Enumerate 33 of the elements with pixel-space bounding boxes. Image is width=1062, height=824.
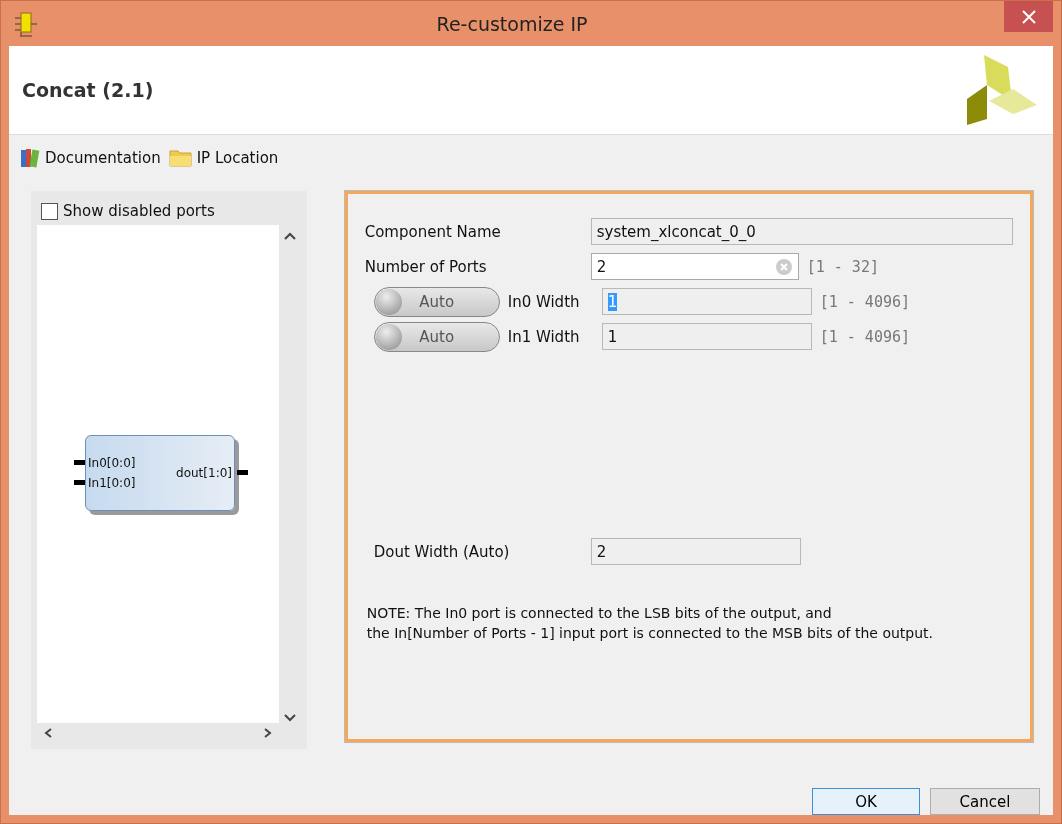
- toolbar-link[interactable]: IP Location: [168, 148, 279, 168]
- logo-icon: [967, 55, 1037, 125]
- toolbar-link[interactable]: Documentation: [19, 147, 161, 169]
- checkbox[interactable]: [41, 202, 58, 220]
- books-icon: [19, 147, 41, 169]
- range-hint: [1 - 4096]: [819, 292, 910, 311]
- note-text: NOTE: The In0 port is connected to the LSB bits of the output, and: [365, 604, 833, 623]
- scroll-up-icon[interactable]: [283, 231, 296, 241]
- port-pin: [237, 470, 248, 475]
- scroll-down-icon[interactable]: [283, 713, 296, 723]
- window-title: Re-customize IP: [435, 12, 589, 35]
- dialog-button[interactable]: OK: [812, 788, 920, 815]
- port-pin: [74, 480, 85, 485]
- field-label: Dout Width (Auto): [373, 542, 511, 561]
- field-label: In1 Width: [507, 327, 581, 346]
- chip-icon: [14, 9, 38, 38]
- range-hint: [1 - 32]: [806, 257, 879, 276]
- port-label: In1[0:0]: [86, 476, 138, 490]
- range-hint: [1 - 4096]: [819, 327, 910, 346]
- port-label: dout[1:0]: [174, 466, 234, 480]
- close-button[interactable]: [1004, 1, 1053, 32]
- input-field[interactable]: 2: [590, 253, 799, 280]
- port-pin: [74, 460, 85, 465]
- field-label: Component Name: [364, 222, 502, 241]
- folder-icon: [168, 148, 193, 168]
- note-text: the In[Number of Ports - 1] input port is connected to the MSB bits of the output.: [365, 624, 934, 643]
- checkbox-label: Show disabled ports: [63, 202, 215, 220]
- close-icon: [1021, 9, 1036, 24]
- port-label: In0[0:0]: [86, 456, 138, 470]
- ip-title: Concat (2.1): [22, 79, 154, 101]
- dialog-button[interactable]: Cancel: [930, 788, 1040, 815]
- field-label: Number of Ports: [364, 257, 488, 276]
- field-label: In0 Width: [507, 292, 581, 311]
